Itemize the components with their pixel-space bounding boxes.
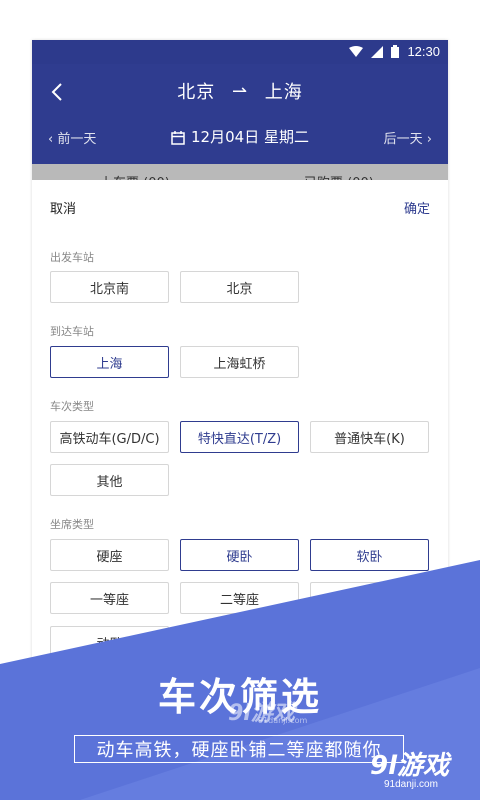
chip-arrive-hongqiao[interactable]: 上海虹桥 [180, 346, 299, 378]
chip-arrive-shanghai[interactable]: 上海 [50, 346, 169, 378]
confirm-button[interactable]: 确定 [404, 198, 430, 217]
chip-seat-first[interactable]: 一等座 [50, 582, 169, 614]
watermark-logo-sub: 91danji.com [384, 779, 438, 790]
arrive-station-title: 到达车站 [50, 325, 94, 338]
date-selector: ‹ 前一天 12月04日 星期二 后一天 › [32, 126, 448, 148]
chip-seat-dongwo[interactable]: 动卧 [50, 626, 169, 658]
status-bar: 12:30 [32, 40, 448, 64]
train-type-title: 车次类型 [50, 400, 94, 413]
to-station: 上海 [264, 82, 303, 103]
route-title: 北京 ⇀ 上海 [32, 78, 448, 104]
filter-actions: 取消 确定 [32, 180, 448, 230]
chip-depart-beijingnan[interactable]: 北京南 [50, 271, 169, 303]
chip-seat-hard-sleeper[interactable]: 硬卧 [180, 539, 299, 571]
chip-seat-hard[interactable]: 硬座 [50, 539, 169, 571]
watermark-logo: 9l游戏 [370, 751, 450, 781]
date-label: 12月04日 星期二 [191, 128, 309, 146]
route-header: 北京 ⇀ 上海 ‹ 前一天 12月04日 星期二 后一天 › [32, 64, 448, 164]
seat-type-title: 坐席类型 [50, 518, 94, 531]
chip-type-gdc[interactable]: 高铁动车(G/D/C) [50, 421, 169, 453]
chip-type-k[interactable]: 普通快车(K) [310, 421, 429, 453]
watermark-center-sub: 91danji.com [258, 716, 308, 725]
status-time: 12:30 [407, 44, 440, 59]
chip-depart-beijing[interactable]: 北京 [180, 271, 299, 303]
banner-subtitle: 动车高铁，硬座卧铺二等座都随你 [74, 735, 404, 763]
chip-seat-soft-sleeper[interactable]: 软卧 [310, 539, 429, 571]
from-station: 北京 [177, 82, 216, 103]
cancel-button[interactable]: 取消 [50, 198, 76, 217]
battery-icon [391, 45, 400, 58]
chip-type-other[interactable]: 其他 [50, 464, 169, 496]
chip-type-tz[interactable]: 特快直达(T/Z) [180, 421, 299, 453]
signal-icon [371, 45, 384, 58]
depart-station-title: 出发车站 [50, 251, 94, 264]
chip-seat-second[interactable]: 二等座 [180, 582, 299, 614]
calendar-icon [171, 130, 185, 145]
route-arrow: ⇀ [231, 80, 249, 102]
chip-seat-blank[interactable] [310, 582, 429, 614]
next-day-button[interactable]: 后一天 › [384, 128, 432, 147]
wifi-icon [349, 45, 364, 57]
